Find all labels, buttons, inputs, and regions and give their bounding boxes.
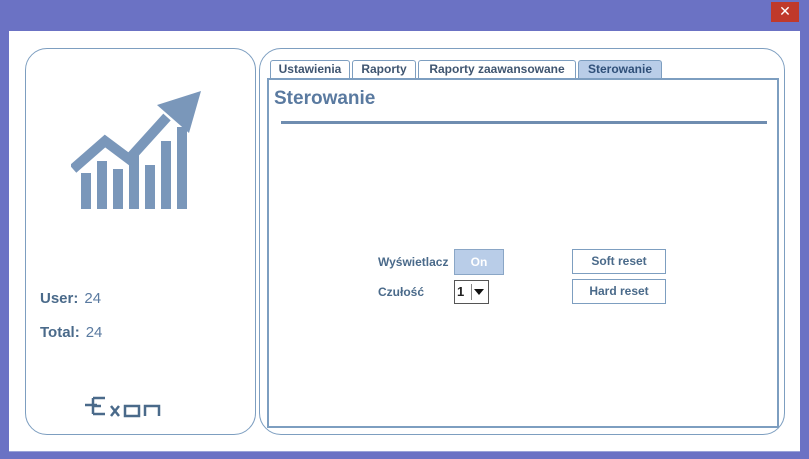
user-label: User: [40,290,79,307]
tab-raporty[interactable]: Raporty [352,60,416,78]
soft-reset-button[interactable]: Soft reset [572,249,666,274]
display-label: Wyświetlacz [378,255,449,269]
tab-raporty-zaawansowane[interactable]: Raporty zaawansowane [418,60,576,78]
page-title: Sterowanie [274,88,376,109]
close-button[interactable]: ✕ [771,2,799,22]
total-stat: Total: 24 [40,324,102,341]
total-value: 24 [85,324,103,341]
tab-sterowanie[interactable]: Sterowanie [578,60,662,78]
app-window: ✕ User: 24 Total: 24 Ustawienia Raporty … [0,0,809,459]
user-stat: User: 24 [40,290,101,307]
sterowanie-tab-panel: Sterowanie Wyświetlacz On Czułość 1 Soft… [267,78,779,428]
trending-chart-icon [71,91,201,209]
hard-reset-button[interactable]: Hard reset [572,279,666,304]
title-divider [281,121,767,124]
bottom-border [9,451,800,452]
exon-logo [85,396,161,418]
sensitivity-label: Czułość [378,285,425,299]
tab-ustawienia[interactable]: Ustawienia [270,60,350,78]
client-area: User: 24 Total: 24 Ustawienia Raporty Rapo… [9,31,800,451]
display-toggle-button[interactable]: On [454,249,504,275]
title-bar: ✕ [0,0,809,24]
main-panel: Ustawienia Raporty Raporty zaawansowane … [259,48,785,435]
chevron-down-icon[interactable] [471,284,486,300]
sensitivity-value: 1 [457,284,465,299]
total-label: Total: [40,324,80,341]
summary-panel: User: 24 Total: 24 [25,48,256,435]
user-value: 24 [84,290,102,307]
sensitivity-select[interactable]: 1 [454,280,489,304]
